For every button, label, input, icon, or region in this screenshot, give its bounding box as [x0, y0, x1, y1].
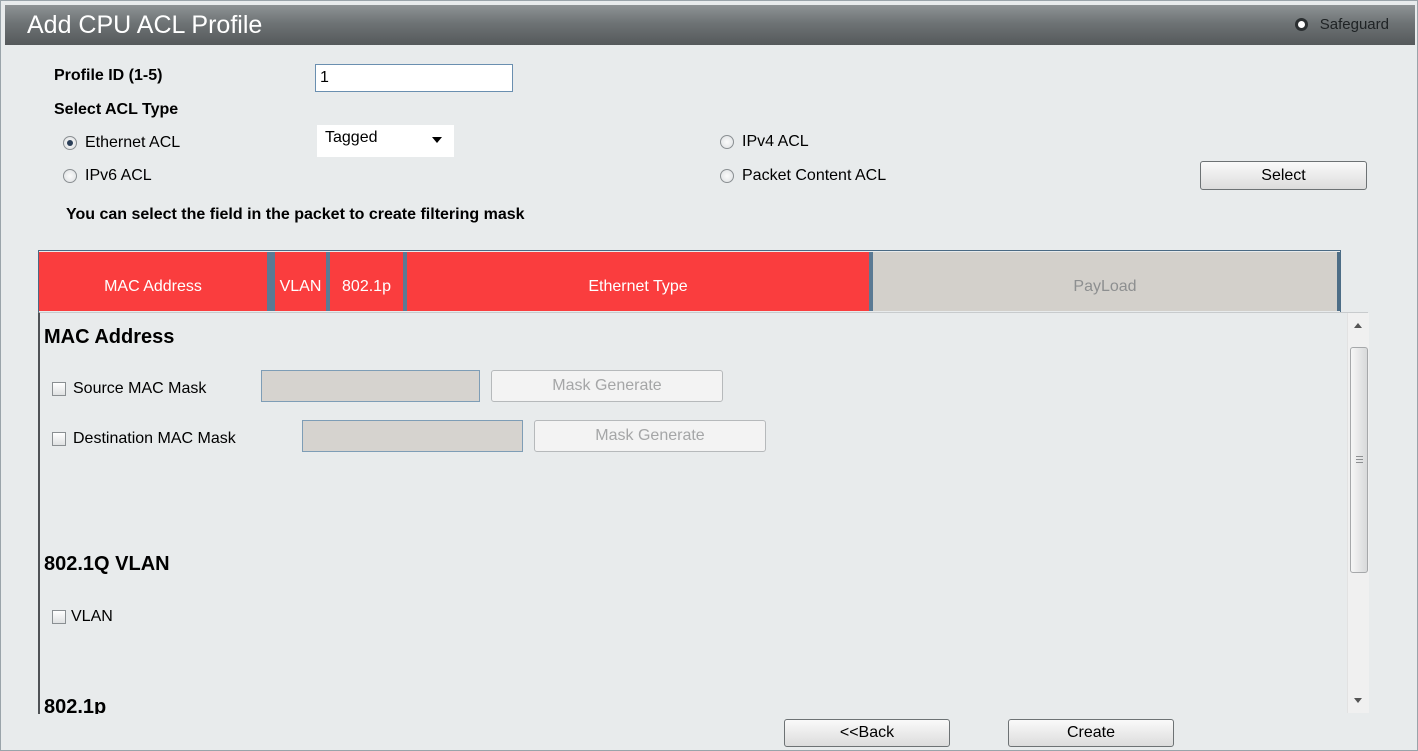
tab-mac-address[interactable]: MAC Address — [39, 252, 271, 311]
packet-content-acl-label: Packet Content ACL — [742, 167, 887, 184]
profile-id-label: Profile ID (1-5) — [54, 67, 163, 84]
scroll-up-arrow-icon[interactable] — [1354, 323, 1362, 328]
select-button[interactable]: Select — [1200, 161, 1367, 190]
ipv6-acl-radio[interactable] — [63, 169, 77, 183]
grip-icon — [1356, 456, 1363, 463]
tag-type-value: Tagged — [325, 129, 378, 146]
ethernet-acl-label: Ethernet ACL — [85, 134, 181, 151]
ipv4-acl-radio[interactable] — [720, 135, 734, 149]
tab-802-1p[interactable]: 802.1p — [330, 252, 407, 311]
destination-mac-mask-label: Destination MAC Mask — [73, 430, 236, 447]
vlan-label: VLAN — [71, 608, 113, 625]
acl-profile-window: Add CPU ACL Profile Safeguard Profile ID… — [0, 0, 1418, 751]
mac-address-section-title: MAC Address — [44, 326, 175, 348]
window-title: Add CPU ACL Profile — [27, 11, 263, 39]
dot1p-section-title: 802.1p — [44, 696, 107, 714]
source-mac-mask-input[interactable] — [261, 370, 480, 402]
ipv4-acl-label: IPv4 ACL — [742, 133, 809, 150]
source-mac-mask-label: Source MAC Mask — [73, 380, 207, 397]
pane-scrollbar[interactable] — [1347, 313, 1369, 713]
tab-ethernet-type[interactable]: Ethernet Type — [407, 252, 873, 311]
safeguard-indicator: Safeguard — [1294, 16, 1389, 33]
scrollbar-thumb[interactable] — [1350, 347, 1368, 573]
field-settings-pane[interactable]: MAC Address Source MAC Mask Mask Generat… — [38, 312, 1368, 714]
filter-mask-hint: You can select the field in the packet t… — [66, 206, 525, 223]
scroll-down-arrow-icon[interactable] — [1354, 698, 1362, 703]
source-mask-generate-button[interactable]: Mask Generate — [491, 370, 723, 402]
tag-type-select[interactable]: Tagged — [317, 125, 454, 157]
tab-payload[interactable]: PayLoad — [873, 252, 1341, 311]
select-acl-type-label: Select ACL Type — [54, 101, 179, 118]
ipv6-acl-label: IPv6 ACL — [85, 167, 152, 184]
destination-mask-generate-button[interactable]: Mask Generate — [534, 420, 766, 452]
profile-id-input[interactable] — [315, 64, 513, 92]
safeguard-status-icon — [1294, 18, 1308, 31]
tab-vlan[interactable]: VLAN — [271, 252, 330, 311]
source-mac-mask-checkbox[interactable] — [52, 382, 66, 396]
back-button[interactable]: <<Back — [784, 719, 950, 747]
ethernet-acl-radio[interactable] — [63, 136, 77, 150]
safeguard-label: Safeguard — [1319, 16, 1389, 33]
destination-mac-mask-input[interactable] — [302, 420, 523, 452]
chevron-down-icon — [432, 137, 442, 143]
title-bar: Add CPU ACL Profile Safeguard — [5, 5, 1415, 45]
packet-field-tabs: MAC Address VLAN 802.1p Ethernet Type Pa… — [38, 250, 1341, 312]
vlan-section-title: 802.1Q VLAN — [44, 553, 170, 575]
packet-content-acl-radio[interactable] — [720, 169, 734, 183]
vlan-checkbox[interactable] — [52, 610, 66, 624]
destination-mac-mask-checkbox[interactable] — [52, 432, 66, 446]
create-button[interactable]: Create — [1008, 719, 1174, 747]
